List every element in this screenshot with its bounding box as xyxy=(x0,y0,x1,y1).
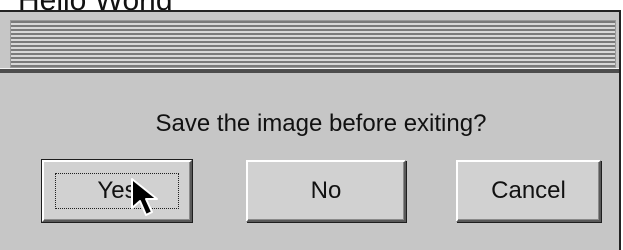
cancel-button[interactable]: Cancel xyxy=(456,160,601,222)
dialog-separator xyxy=(0,68,619,73)
dialog-message: Save the image before exiting? xyxy=(155,110,487,137)
yes-button[interactable]: Yes xyxy=(41,159,193,223)
save-dialog: Save the image before exiting? Yes No Ca… xyxy=(0,10,621,250)
dialog-titlebar[interactable] xyxy=(10,20,616,68)
arrow-cursor-icon xyxy=(131,178,158,216)
no-button[interactable]: No xyxy=(246,160,406,222)
cancel-button-label: Cancel xyxy=(491,177,566,204)
no-button-label: No xyxy=(310,177,342,204)
